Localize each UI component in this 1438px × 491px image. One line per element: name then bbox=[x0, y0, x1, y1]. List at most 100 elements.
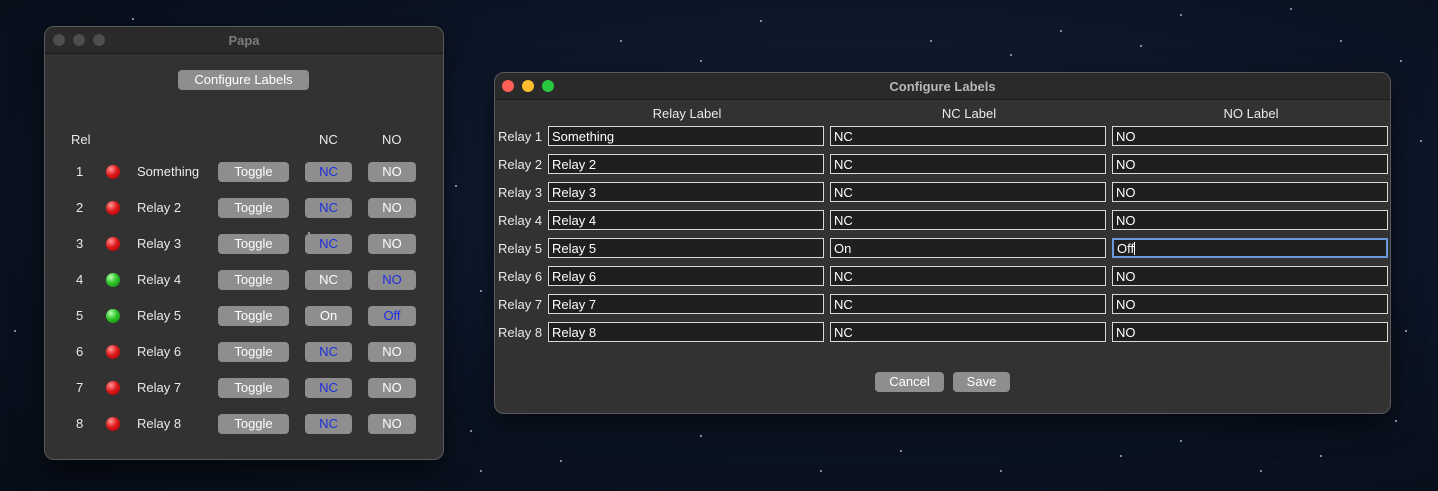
no-label-field[interactable]: NO bbox=[1112, 266, 1388, 286]
relay-label-field[interactable]: Relay 3 bbox=[548, 182, 824, 202]
row-label: Relay 4 bbox=[498, 213, 543, 228]
star bbox=[1060, 30, 1062, 32]
nc-label-field[interactable]: NC bbox=[830, 322, 1106, 342]
relay-number: 2 bbox=[76, 200, 84, 215]
toggle-button[interactable]: Toggle bbox=[218, 414, 289, 434]
nc-label-field[interactable]: On bbox=[830, 238, 1106, 258]
relay-number: 5 bbox=[76, 308, 84, 323]
nc-label-field[interactable]: NC bbox=[830, 154, 1106, 174]
no-button[interactable]: NO bbox=[368, 414, 416, 434]
header-relay-label: Relay Label bbox=[652, 106, 722, 121]
window-title: Papa bbox=[228, 33, 260, 48]
relay-name: Relay 4 bbox=[137, 272, 182, 287]
window-title: Configure Labels bbox=[889, 79, 996, 94]
no-button[interactable]: NO bbox=[368, 378, 416, 398]
no-label-field[interactable]: NO bbox=[1112, 322, 1388, 342]
relay-label-field[interactable]: Relay 8 bbox=[548, 322, 824, 342]
toggle-button[interactable]: Toggle bbox=[218, 342, 289, 362]
relay-label-field[interactable]: Relay 2 bbox=[548, 154, 824, 174]
toggle-button[interactable]: Toggle bbox=[218, 234, 289, 254]
row-label: Relay 1 bbox=[498, 129, 543, 144]
toggle-button[interactable]: Toggle bbox=[218, 162, 289, 182]
star bbox=[560, 460, 562, 462]
col-header-rel: Rel bbox=[71, 132, 91, 147]
no-button[interactable]: NO bbox=[368, 342, 416, 362]
star bbox=[480, 290, 482, 292]
relay-number: 4 bbox=[76, 272, 84, 287]
row-label: Relay 2 bbox=[498, 157, 543, 172]
star bbox=[14, 330, 16, 332]
no-label-field[interactable]: NO bbox=[1112, 182, 1388, 202]
papa-titlebar[interactable]: Papa bbox=[45, 27, 443, 54]
relay-number: 7 bbox=[76, 380, 84, 395]
toggle-button[interactable]: Toggle bbox=[218, 270, 289, 290]
star bbox=[1180, 440, 1182, 442]
toggle-button[interactable]: Toggle bbox=[218, 378, 289, 398]
no-label-field[interactable]: NO bbox=[1112, 294, 1388, 314]
cancel-button[interactable]: Cancel bbox=[875, 372, 944, 392]
star bbox=[1260, 470, 1262, 472]
col-header-no: NO bbox=[382, 132, 402, 147]
relay-label-field[interactable]: Something bbox=[548, 126, 824, 146]
nc-label-field[interactable]: NC bbox=[830, 294, 1106, 314]
star bbox=[1290, 8, 1292, 10]
nc-button[interactable]: On bbox=[305, 306, 352, 326]
no-button[interactable]: NO bbox=[368, 234, 416, 254]
star bbox=[760, 20, 762, 22]
relay-label-field[interactable]: Relay 6 bbox=[548, 266, 824, 286]
nc-label-field[interactable]: NC bbox=[830, 126, 1106, 146]
status-led-icon bbox=[106, 381, 120, 395]
nc-button[interactable]: NC bbox=[305, 378, 352, 398]
relay-number: 8 bbox=[76, 416, 84, 431]
star bbox=[1010, 54, 1012, 56]
star bbox=[1320, 455, 1322, 457]
star bbox=[700, 60, 702, 62]
no-button[interactable]: NO bbox=[368, 198, 416, 218]
relay-name: Relay 6 bbox=[137, 344, 182, 359]
relay-label-field[interactable]: Relay 5 bbox=[548, 238, 824, 258]
relay-name: Relay 3 bbox=[137, 236, 182, 251]
relay-label-field[interactable]: Relay 7 bbox=[548, 294, 824, 314]
no-label-field[interactable]: Off bbox=[1112, 238, 1388, 258]
configure-labels-button[interactable]: Configure Labels bbox=[178, 70, 309, 90]
configure-titlebar[interactable]: Configure Labels bbox=[495, 73, 1390, 100]
star bbox=[1405, 330, 1407, 332]
no-button[interactable]: NO bbox=[368, 162, 416, 182]
save-button[interactable]: Save bbox=[953, 372, 1010, 392]
row-label: Relay 7 bbox=[498, 297, 543, 312]
nc-button[interactable]: NC bbox=[305, 198, 352, 218]
star bbox=[620, 40, 622, 42]
star bbox=[1140, 45, 1142, 47]
star bbox=[700, 435, 702, 437]
papa-window: Papa Configure Labels Rel NC NO 1 Somethi… bbox=[44, 26, 444, 460]
star bbox=[470, 430, 472, 432]
toggle-button[interactable]: Toggle bbox=[218, 198, 289, 218]
status-led-icon bbox=[106, 273, 120, 287]
header-nc-label: NC Label bbox=[941, 106, 997, 121]
relay-name: Relay 5 bbox=[137, 308, 182, 323]
nc-button[interactable]: NC bbox=[305, 414, 352, 434]
toggle-button[interactable]: Toggle bbox=[218, 306, 289, 326]
nc-button[interactable]: NC bbox=[305, 162, 352, 182]
status-led-icon bbox=[106, 345, 120, 359]
nc-button[interactable]: NC bbox=[305, 342, 352, 362]
star bbox=[1395, 420, 1397, 422]
text-caret bbox=[1134, 242, 1136, 255]
relay-label-field[interactable]: Relay 4 bbox=[548, 210, 824, 230]
no-label-field[interactable]: NO bbox=[1112, 126, 1388, 146]
no-label-field[interactable]: NO bbox=[1112, 154, 1388, 174]
nc-button[interactable]: NC bbox=[305, 270, 352, 290]
relay-name: Relay 8 bbox=[137, 416, 182, 431]
nc-label-field[interactable]: NC bbox=[830, 266, 1106, 286]
status-led-icon bbox=[106, 417, 120, 431]
no-button[interactable]: NO bbox=[368, 270, 416, 290]
nc-label-field[interactable]: NC bbox=[830, 182, 1106, 202]
no-label-field[interactable]: NO bbox=[1112, 210, 1388, 230]
row-label: Relay 5 bbox=[498, 241, 543, 256]
no-button[interactable]: Off bbox=[368, 306, 416, 326]
nc-label-field[interactable]: NC bbox=[830, 210, 1106, 230]
status-led-icon bbox=[106, 201, 120, 215]
star bbox=[132, 18, 134, 20]
row-label: Relay 8 bbox=[498, 325, 543, 340]
nc-button[interactable]: NC bbox=[305, 234, 352, 254]
